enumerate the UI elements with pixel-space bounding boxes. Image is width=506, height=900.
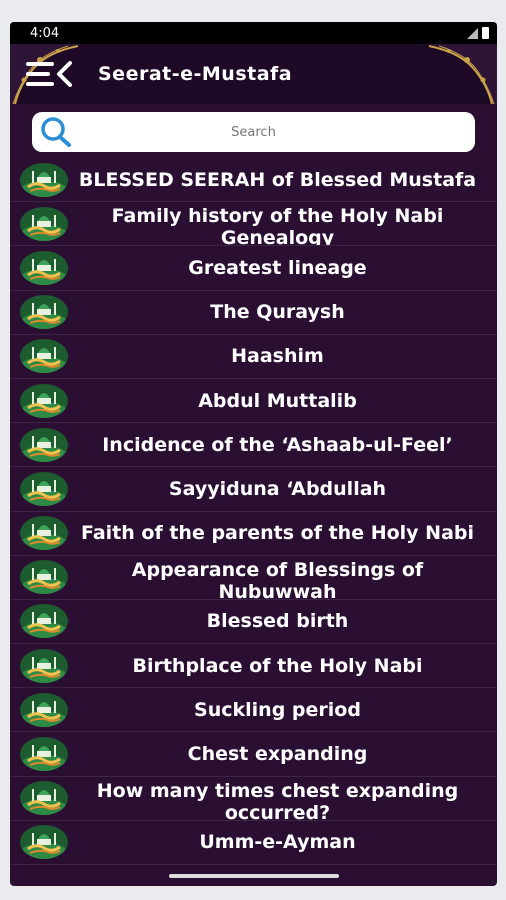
- list-item-label: Sayyiduna ‘Abdullah: [168, 477, 387, 500]
- status-icons: [467, 27, 489, 39]
- search-box[interactable]: [32, 112, 475, 152]
- chapter-thumbnail-icon: [20, 339, 68, 374]
- menu-back-button[interactable]: [26, 59, 72, 89]
- list-item-label: Faith of the parents of the Holy Nabi: [80, 522, 475, 545]
- list-item[interactable]: BLESSED SEERAH of Blessed Mustafa: [10, 158, 497, 203]
- list-item-label: Greatest lineage: [188, 256, 367, 279]
- chapter-thumbnail-icon: [20, 825, 68, 860]
- chapter-thumbnail-icon: [20, 737, 68, 772]
- battery-icon: [482, 27, 489, 39]
- search-bar: [10, 104, 497, 156]
- list-item-label: The Quraysh: [210, 301, 345, 324]
- chapter-thumbnail-icon: [20, 692, 68, 727]
- phone-screen: 4:04 Seerat-e-Mustafa Search BLESSED SEE…: [10, 22, 497, 886]
- chapter-thumbnail-icon: [20, 516, 68, 551]
- list-item-label: Abdul Muttalib: [198, 389, 357, 412]
- list-item-label: Chest expanding: [187, 743, 368, 766]
- list-item[interactable]: Chest expanding: [10, 732, 497, 777]
- home-indicator[interactable]: [168, 874, 339, 878]
- list-item[interactable]: Sayyiduna ‘Abdullah: [10, 467, 497, 512]
- status-bar: 4:04: [10, 22, 497, 44]
- chapter-thumbnail-icon: [20, 295, 68, 330]
- list-item-label: Incidence of the ‘Ashaab-ul-Feel’: [102, 433, 453, 456]
- chapter-thumbnail-icon: [20, 162, 68, 197]
- list-item[interactable]: The Quraysh: [10, 291, 497, 335]
- list-item-label: Appearance of Blessings of Nubuwwah: [131, 558, 424, 600]
- chapter-thumbnail-icon: [20, 250, 68, 285]
- list-item-label: BLESSED SEERAH of Blessed Mustafa: [78, 168, 477, 191]
- list-item[interactable]: Umm-e-Ayman: [10, 821, 497, 865]
- list-item-label: Haashim: [231, 345, 324, 368]
- list-item[interactable]: Incidence of the ‘Ashaab-ul-Feel’: [10, 423, 497, 468]
- menu-back-icon: [26, 61, 72, 87]
- list-item[interactable]: Faith of the parents of the Holy Nabi: [10, 512, 497, 556]
- signal-icon: [467, 27, 478, 39]
- list-item[interactable]: How many times chest expanding occurred?: [10, 777, 497, 821]
- chapter-thumbnail-icon: [20, 206, 68, 241]
- list-item[interactable]: Greatest lineage: [10, 246, 497, 291]
- list-item-label: Umm-e-Ayman: [199, 831, 356, 854]
- chapter-thumbnail-icon: [20, 648, 68, 683]
- status-time: 4:04: [30, 25, 60, 41]
- list-item[interactable]: Haashim: [10, 335, 497, 379]
- chapter-thumbnail-icon: [20, 383, 68, 418]
- ornament-right-icon: [427, 44, 497, 104]
- search-input[interactable]: [32, 124, 475, 140]
- app-bar: Seerat-e-Mustafa: [10, 44, 497, 104]
- chapter-thumbnail-icon: [20, 471, 68, 506]
- chapter-thumbnail-icon: [20, 427, 68, 462]
- list-item-label: Suckling period: [194, 698, 361, 721]
- list-item[interactable]: Blessed birth: [10, 600, 497, 645]
- list-item[interactable]: Family history of the Holy Nabi Genealog…: [10, 202, 497, 247]
- chapter-thumbnail-icon: [20, 604, 68, 639]
- search-icon[interactable]: [38, 115, 74, 149]
- chapter-thumbnail-icon: [20, 781, 68, 816]
- list-item[interactable]: Suckling period: [10, 688, 497, 733]
- list-item[interactable]: Birthplace of the Holy Nabi: [10, 644, 497, 689]
- app-title: Seerat-e-Mustafa: [98, 63, 293, 85]
- list-item-label: Blessed birth: [206, 610, 349, 633]
- list-item-label: Birthplace of the Holy Nabi: [132, 654, 423, 677]
- list-item-label: Family history of the Holy Nabi Genealog…: [111, 205, 444, 247]
- list-item[interactable]: Abdul Muttalib: [10, 379, 497, 424]
- list-item-label: How many times chest expanding occurred?: [96, 779, 459, 821]
- list-item[interactable]: Appearance of Blessings of Nubuwwah: [10, 556, 497, 600]
- chapter-list: BLESSED SEERAH of Blessed Mustafa Family …: [10, 156, 497, 865]
